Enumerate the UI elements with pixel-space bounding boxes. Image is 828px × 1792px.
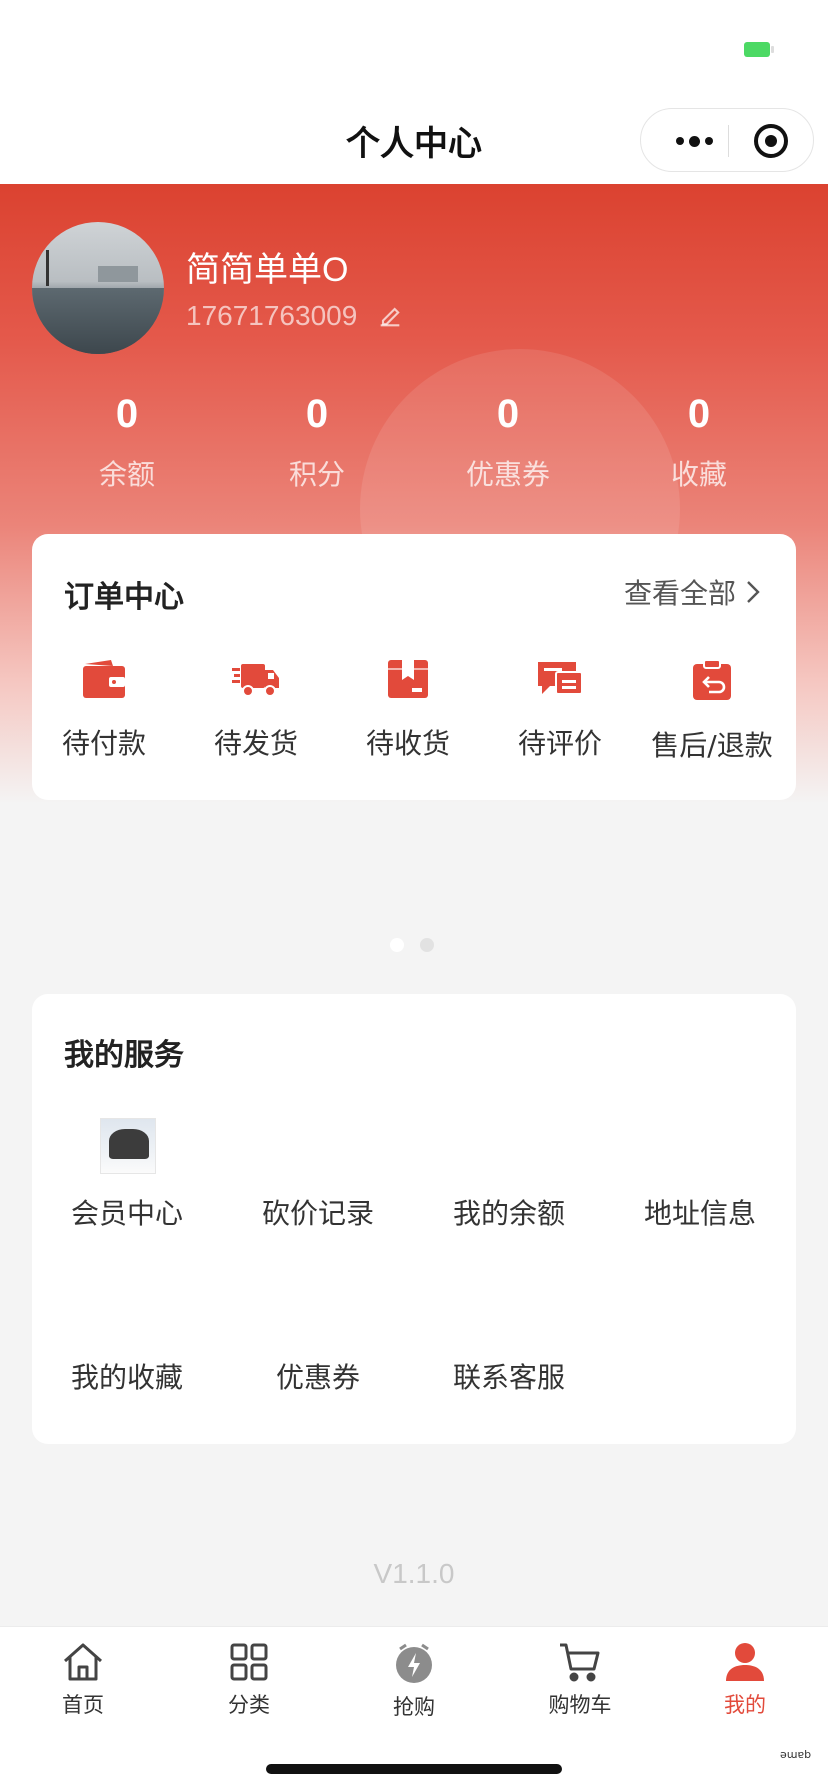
carousel-indicator <box>390 938 434 952</box>
stat-label: 积分 <box>288 458 345 491</box>
stat-value: 0 <box>687 392 711 436</box>
order-item-label: 待付款 <box>61 727 146 760</box>
flash-clock-icon <box>396 1643 432 1683</box>
package-icon <box>388 660 428 698</box>
stat-balance[interactable]: 0 余额 <box>32 392 222 493</box>
nav-bar: 个人中心 <box>0 96 828 184</box>
order-pending-shipment[interactable]: 待发货 <box>180 658 332 762</box>
close-miniprogram-icon[interactable] <box>754 124 788 158</box>
order-item-label: 售后/退款 <box>651 729 773 762</box>
chevron-right-icon <box>747 581 760 603</box>
order-pending-review[interactable]: 待评价 <box>484 658 636 762</box>
service-my-balance[interactable]: 我的余额 <box>414 1192 604 1232</box>
cart-icon <box>560 1643 600 1682</box>
edit-icon[interactable] <box>376 302 404 330</box>
order-item-label: 待收货 <box>365 727 450 760</box>
tab-cart[interactable]: 购物车 <box>497 1641 663 1719</box>
refund-icon <box>693 659 731 700</box>
more-icon[interactable] <box>663 109 725 173</box>
carousel-dot[interactable] <box>420 938 434 952</box>
home-icon <box>64 1643 102 1681</box>
tab-label: 分类 <box>228 1693 270 1717</box>
stat-favorites[interactable]: 0 收藏 <box>604 392 794 493</box>
wallet-icon <box>83 660 125 698</box>
service-bargain-records[interactable]: 砍价记录 <box>223 1192 413 1232</box>
tab-home[interactable]: 首页 <box>0 1641 166 1719</box>
my-services-title: 我的服务 <box>64 1038 184 1073</box>
order-pending-receipt[interactable]: 待收货 <box>332 658 484 762</box>
username: 简简单单O <box>186 251 349 289</box>
app-version: V1.1.0 <box>373 1558 455 1589</box>
truck-icon <box>232 664 279 697</box>
stat-points[interactable]: 0 积分 <box>222 392 412 493</box>
service-member-center[interactable]: 会员中心 <box>32 1192 222 1232</box>
stat-value: 0 <box>305 392 329 436</box>
order-pending-payment[interactable]: 待付款 <box>28 658 180 762</box>
tab-label: 购物车 <box>548 1693 612 1717</box>
stat-value: 0 <box>115 392 139 436</box>
status-bar <box>0 0 828 96</box>
view-all-label: 查看全部 <box>623 577 736 610</box>
stat-coupons[interactable]: 0 优惠券 <box>413 392 603 493</box>
tab-mine[interactable]: 我的 <box>662 1641 828 1719</box>
order-center-card: 订单中心 查看全部 待付款 待发货 待收货 待评价 售后/退款 <box>32 534 796 800</box>
stat-label: 余额 <box>98 458 155 491</box>
order-center-title: 订单中心 <box>64 580 184 615</box>
member-center-thumbnail <box>100 1118 156 1174</box>
service-coupons[interactable]: 优惠券 <box>223 1356 413 1396</box>
order-item-label: 待评价 <box>517 727 602 760</box>
user-icon <box>726 1643 764 1681</box>
tab-label: 首页 <box>62 1693 104 1717</box>
service-address-info[interactable]: 地址信息 <box>605 1192 795 1232</box>
tab-flash-sale[interactable]: 抢购 <box>331 1641 497 1721</box>
order-after-sales[interactable]: 售后/退款 <box>636 658 788 764</box>
tab-label: 抢购 <box>393 1695 435 1719</box>
tab-label: 我的 <box>724 1693 766 1717</box>
carousel-dot-active[interactable] <box>390 938 404 952</box>
watermark-logo: ǝɯɐb <box>780 1748 812 1761</box>
mini-program-capsule <box>640 108 814 172</box>
comment-icon <box>538 662 583 695</box>
order-item-label: 待发货 <box>213 727 298 760</box>
view-all-orders-link[interactable]: 查看全部 <box>624 572 760 612</box>
home-indicator <box>266 1764 562 1774</box>
capsule-divider <box>728 125 729 157</box>
service-my-favorites[interactable]: 我的收藏 <box>32 1356 222 1396</box>
stat-label: 优惠券 <box>465 458 550 491</box>
stat-label: 收藏 <box>670 458 727 491</box>
avatar[interactable] <box>32 222 164 354</box>
service-customer-support[interactable]: 联系客服 <box>414 1356 604 1396</box>
tab-category[interactable]: 分类 <box>166 1641 332 1719</box>
stat-value: 0 <box>496 392 520 436</box>
battery-icon <box>744 42 774 57</box>
phone-number: 17671763009 <box>186 300 358 331</box>
grid-icon <box>230 1643 268 1681</box>
